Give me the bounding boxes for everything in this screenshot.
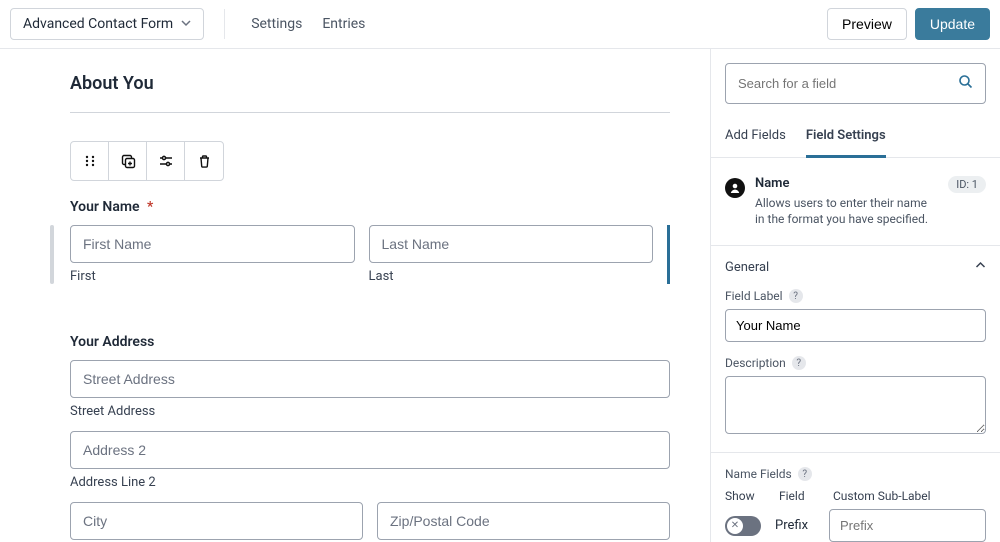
name-field-block[interactable]: Your Name * First Last — [70, 199, 670, 284]
required-indicator: * — [147, 199, 153, 215]
update-button[interactable]: Update — [915, 8, 990, 40]
form-canvas: About You Your Name * — [0, 49, 710, 542]
city-input[interactable] — [70, 502, 363, 540]
field-toolbar — [70, 141, 224, 181]
last-sublabel: Last — [369, 269, 654, 284]
chevron-up-icon — [975, 260, 986, 275]
name-fields-row-prefix: ✕ Prefix — [725, 509, 986, 542]
help-icon[interactable]: ? — [789, 289, 803, 303]
delete-icon[interactable] — [185, 142, 223, 180]
form-name: Advanced Contact Form — [23, 16, 173, 32]
first-name-input[interactable] — [70, 225, 355, 263]
tab-add-fields[interactable]: Add Fields — [725, 118, 786, 157]
nav-entries[interactable]: Entries — [312, 10, 375, 38]
address-field-block[interactable]: Your Address Street Address Address Line… — [70, 334, 670, 540]
help-icon[interactable]: ? — [792, 356, 806, 370]
person-icon — [725, 178, 745, 198]
description-label: Description ? — [725, 356, 986, 370]
help-icon[interactable]: ? — [798, 467, 812, 481]
tab-field-settings[interactable]: Field Settings — [806, 118, 886, 158]
section-title: About You — [70, 73, 670, 113]
toggle-knob: ✕ — [727, 518, 743, 534]
divider — [224, 9, 225, 39]
duplicate-icon[interactable] — [109, 142, 147, 180]
general-section-toggle[interactable]: General — [711, 246, 1000, 289]
field-type-desc: Allows users to enter their name in the … — [755, 195, 938, 227]
general-section: General Field Label ? Description ? — [711, 245, 1000, 452]
name-fields-header: Show Field Custom Sub-Label — [725, 489, 986, 503]
street-input[interactable] — [70, 360, 670, 398]
search-wrap — [711, 49, 1000, 118]
search-input[interactable] — [738, 76, 950, 91]
name-fields-label: Name Fields ? — [725, 467, 986, 481]
prefix-field-label: Prefix — [775, 518, 815, 533]
address2-sublabel: Address Line 2 — [70, 475, 670, 490]
form-selector-dropdown[interactable]: Advanced Contact Form — [10, 8, 204, 40]
preview-button[interactable]: Preview — [827, 8, 907, 40]
field-id-badge: ID: 1 — [948, 176, 986, 193]
settings-icon[interactable] — [147, 142, 185, 180]
address-field-label: Your Address — [70, 334, 670, 350]
sidebar-tabs: Add Fields Field Settings — [711, 118, 1000, 158]
field-settings-sidebar: Add Fields Field Settings Name Allows us… — [710, 49, 1000, 542]
drag-handle-icon[interactable] — [71, 142, 109, 180]
selected-indicator: First Last — [70, 225, 670, 284]
last-name-input[interactable] — [369, 225, 654, 263]
field-label-input[interactable] — [725, 309, 986, 342]
chevron-down-icon — [181, 16, 191, 32]
prefix-sublabel-input[interactable] — [829, 509, 986, 542]
field-summary: Name Allows users to enter their name in… — [711, 158, 1000, 245]
search-icon — [958, 74, 973, 93]
zip-input[interactable] — [377, 502, 670, 540]
name-field-label: Your Name * — [70, 199, 670, 215]
search-box[interactable] — [725, 63, 986, 104]
first-sublabel: First — [70, 269, 355, 284]
address2-input[interactable] — [70, 431, 670, 469]
top-bar: Advanced Contact Form Settings Entries P… — [0, 0, 1000, 49]
nav-settings[interactable]: Settings — [241, 10, 312, 38]
main-row: About You Your Name * — [0, 49, 1000, 542]
field-type-name: Name — [755, 176, 938, 191]
name-fields-section: Name Fields ? Show Field Custom Sub-Labe… — [711, 452, 1000, 542]
field-label-label: Field Label ? — [725, 289, 986, 303]
street-sublabel: Street Address — [70, 404, 670, 419]
description-textarea[interactable] — [725, 376, 986, 434]
prefix-toggle[interactable]: ✕ — [725, 516, 761, 536]
